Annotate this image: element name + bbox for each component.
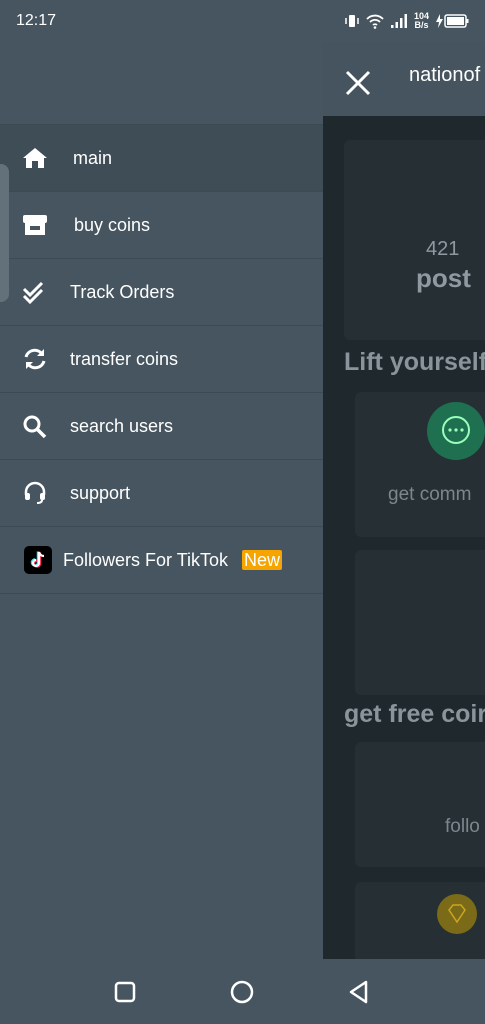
post-card[interactable]: 421 post bbox=[344, 140, 485, 340]
section-title-free-coins: get free coir bbox=[344, 700, 485, 728]
follow-label: follo bbox=[445, 816, 480, 837]
net-speed-unit: B/s bbox=[414, 20, 429, 30]
drawer-item-search-users[interactable]: search users bbox=[0, 392, 323, 459]
drawer-item-label: Followers For TikTok bbox=[63, 549, 229, 570]
battery-charging-icon bbox=[436, 14, 469, 28]
new-badge: New bbox=[242, 549, 283, 570]
home-circle-icon[interactable] bbox=[229, 979, 255, 1005]
vibrate-icon bbox=[345, 15, 359, 27]
store-icon bbox=[22, 212, 48, 238]
drawer-item-label: main bbox=[73, 147, 113, 168]
post-label: post bbox=[416, 263, 471, 293]
system-navbar bbox=[0, 959, 485, 1024]
diamond-icon bbox=[437, 894, 477, 934]
drawer-item-tiktok-followers[interactable]: Followers For TikTok New bbox=[0, 526, 323, 594]
drawer-item-label: Track Orders bbox=[70, 281, 175, 302]
headset-icon bbox=[22, 480, 48, 506]
drawer-item-track-orders[interactable]: Track Orders bbox=[0, 258, 323, 325]
follow-card[interactable]: follo bbox=[355, 742, 485, 867]
drawer-item-label: search users bbox=[70, 415, 174, 436]
drawer-item-buy-coins[interactable]: buy coins bbox=[0, 191, 323, 258]
tiktok-icon bbox=[24, 546, 52, 574]
wifi-icon bbox=[366, 14, 384, 29]
get-comments-label: get comm bbox=[388, 484, 472, 505]
app-title: nationof bbox=[409, 64, 481, 86]
comments-card[interactable] bbox=[355, 882, 485, 959]
drawer-item-label: support bbox=[70, 482, 131, 503]
drawer-item-label: transfer coins bbox=[70, 348, 179, 369]
sync-icon bbox=[22, 346, 48, 372]
drawer-item-label: buy coins bbox=[74, 214, 151, 235]
recents-square-icon[interactable] bbox=[112, 979, 138, 1005]
status-time: 12:17 bbox=[16, 12, 57, 29]
signal-icon bbox=[390, 14, 407, 28]
close-icon[interactable] bbox=[345, 70, 371, 96]
edge-handle[interactable] bbox=[0, 164, 9, 302]
post-count: 421 bbox=[426, 238, 460, 260]
double-check-icon bbox=[22, 279, 48, 305]
drawer-item-main[interactable]: main bbox=[0, 124, 323, 191]
drawer-item-support[interactable]: support bbox=[0, 459, 323, 526]
chat-bubble-icon bbox=[427, 402, 485, 460]
drawer-header bbox=[0, 42, 323, 124]
drawer-item-transfer-coins[interactable]: transfer coins bbox=[0, 325, 323, 392]
home-icon bbox=[22, 145, 48, 171]
status-bar: 12:17 104 B/s bbox=[0, 0, 485, 42]
navigation-drawer: main buy coins Track Orders transfer coi… bbox=[0, 42, 323, 959]
back-triangle-icon[interactable] bbox=[346, 979, 372, 1005]
status-icons: 104 B/s bbox=[344, 10, 469, 32]
search-icon bbox=[22, 413, 48, 439]
drawer-item-tiktok-row: Followers For TikTok New bbox=[63, 549, 283, 571]
get-comments-card[interactable]: get comm bbox=[355, 392, 485, 537]
app-bar: nationof bbox=[323, 42, 485, 116]
section-title-lift: Lift yourself bbox=[344, 348, 485, 376]
net-speed: 104 B/s bbox=[414, 12, 429, 30]
offer-card[interactable] bbox=[355, 550, 485, 695]
background-page: 421 post Lift yourself get comm get free… bbox=[323, 116, 485, 959]
